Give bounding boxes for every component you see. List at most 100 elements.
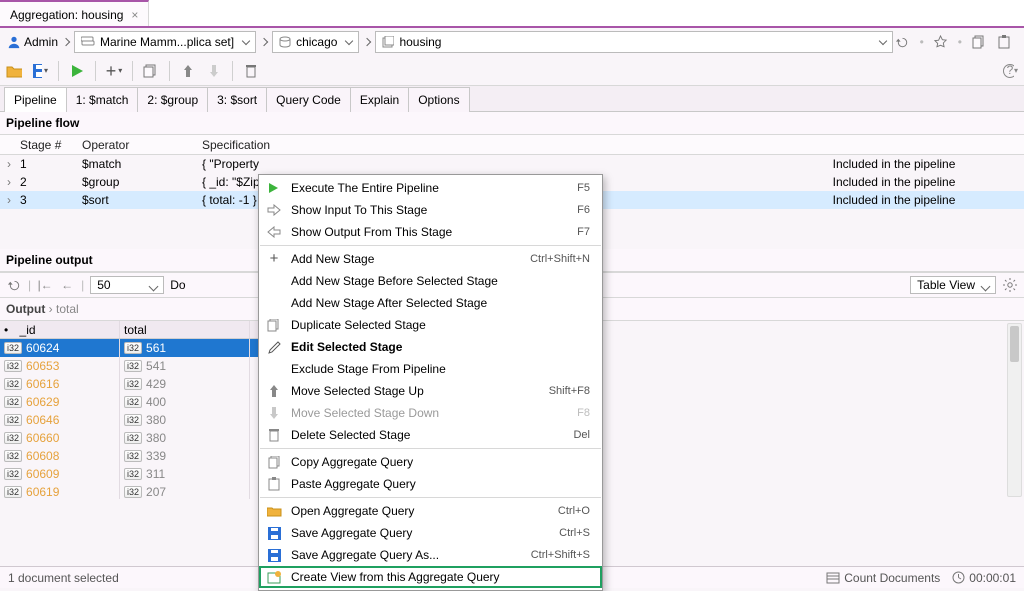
scrollbar[interactable] <box>1007 323 1022 497</box>
breadcrumb-connection[interactable]: Marine Mamm...plica set] <box>74 31 256 53</box>
stage-status: Included in the pipeline <box>764 193 1024 207</box>
breadcrumb-user[interactable]: Admin <box>24 35 58 49</box>
menu-item[interactable]: Show Input To This Stage F6 <box>259 199 602 221</box>
menu-item[interactable]: Create View from this Aggregate Query <box>259 566 602 588</box>
cell-id: 60646 <box>26 413 59 427</box>
table-row[interactable]: i3260629 i32400 <box>0 393 260 411</box>
menu-item[interactable]: Edit Selected Stage <box>259 336 602 358</box>
trash-icon[interactable] <box>243 63 259 79</box>
menu-item[interactable]: Copy Aggregate Query <box>259 451 602 473</box>
table-row[interactable]: i3260646 i32380 <box>0 411 260 429</box>
breadcrumb-collection[interactable]: housing <box>375 31 892 53</box>
gear-icon[interactable] <box>1002 277 1018 293</box>
table-row[interactable]: i3260616 i32429 <box>0 375 260 393</box>
trash-icon <box>265 427 283 443</box>
menu-item[interactable]: Move Selected Stage Up Shift+F8 <box>259 380 602 402</box>
expand-icon[interactable]: › <box>0 175 18 189</box>
scrollbar-thumb[interactable] <box>1010 326 1019 362</box>
menu-item[interactable]: Delete Selected Stage Del <box>259 424 602 446</box>
grid-col-id[interactable]: • _id <box>0 321 120 338</box>
menu-item[interactable]: Duplicate Selected Stage <box>259 314 602 336</box>
table-row[interactable]: i3260609 i32311 <box>0 465 260 483</box>
view-mode-select[interactable]: Table View <box>910 276 996 294</box>
first-page-icon[interactable]: |← <box>37 277 53 293</box>
menu-item-label: Delete Selected Stage <box>291 428 565 442</box>
close-icon[interactable]: × <box>131 8 138 22</box>
history-icon[interactable] <box>895 34 911 50</box>
count-documents-button[interactable]: Count Documents <box>826 571 940 585</box>
col-spec[interactable]: Specification <box>202 138 764 152</box>
cell-id: 60624 <box>26 341 59 355</box>
col-total-label: total <box>124 323 147 337</box>
breadcrumb-actions: • • <box>895 34 1018 50</box>
svg-text:?: ? <box>1007 63 1014 77</box>
chevron-down-icon[interactable] <box>878 37 886 45</box>
sep: | <box>28 278 31 292</box>
type-tag-icon: i32 <box>124 450 142 462</box>
menu-item-shortcut: F5 <box>577 182 590 194</box>
prev-page-icon[interactable]: ← <box>59 277 75 293</box>
tab-options[interactable]: Options <box>408 87 469 112</box>
refresh-icon[interactable] <box>6 277 22 293</box>
menu-item[interactable]: Show Output From This Stage F7 <box>259 221 602 243</box>
down-arrow-icon[interactable] <box>206 63 222 79</box>
table-row[interactable]: i3260653 i32541 <box>0 357 260 375</box>
output-child[interactable]: total <box>56 302 79 316</box>
help-icon[interactable]: ?▾ <box>1002 63 1018 79</box>
menu-item-shortcut: Ctrl+S <box>559 527 590 539</box>
save-icon <box>265 525 283 541</box>
type-tag-icon: i32 <box>124 486 142 498</box>
grid-col-total[interactable]: total <box>120 321 250 338</box>
clock-icon <box>952 571 965 584</box>
menu-item-label: Edit Selected Stage <box>291 340 590 354</box>
paste-icon[interactable] <box>996 34 1012 50</box>
expand-icon[interactable]: › <box>0 157 18 171</box>
col-stage[interactable]: Stage # <box>18 138 82 152</box>
sep <box>58 61 59 81</box>
tab-query-code[interactable]: Query Code <box>266 87 351 112</box>
menu-item[interactable]: Exclude Stage From Pipeline <box>259 358 602 380</box>
tab-stage-3[interactable]: 3: $sort <box>207 87 267 112</box>
expand-icon[interactable]: › <box>0 193 18 207</box>
menu-item[interactable]: Open Aggregate Query Ctrl+O <box>259 500 602 522</box>
table-row[interactable]: i3260660 i32380 <box>0 429 260 447</box>
chevron-down-icon[interactable] <box>242 37 250 45</box>
open-icon[interactable] <box>6 63 22 79</box>
chevron-down-icon[interactable] <box>345 37 353 45</box>
title-tab[interactable]: Aggregation: housing × <box>0 0 149 26</box>
run-icon[interactable] <box>69 63 85 79</box>
add-icon[interactable]: +▾ <box>106 63 122 79</box>
copy-icon[interactable] <box>971 34 987 50</box>
tab-stage-1[interactable]: 1: $match <box>66 87 139 112</box>
up-arrow-icon[interactable] <box>180 63 196 79</box>
star-icon[interactable] <box>933 34 949 50</box>
menu-item[interactable]: + Add New Stage Ctrl+Shift+N <box>259 248 602 270</box>
type-tag-icon: i32 <box>124 360 142 372</box>
menu-item[interactable]: Add New Stage Before Selected Stage <box>259 270 602 292</box>
save-icon[interactable]: ▾ <box>32 63 48 79</box>
stage-status: Included in the pipeline <box>764 175 1024 189</box>
status-selection: 1 document selected <box>8 571 119 585</box>
duplicate-icon[interactable] <box>143 63 159 79</box>
output-root[interactable]: Output <box>6 302 45 316</box>
menu-item[interactable]: Save Aggregate Query Ctrl+S <box>259 522 602 544</box>
menu-item: Move Selected Stage Down F8 <box>259 402 602 424</box>
menu-item[interactable]: Paste Aggregate Query <box>259 473 602 495</box>
stage-spec: { "Property <box>202 157 764 171</box>
tab-pipeline[interactable]: Pipeline <box>4 87 67 112</box>
table-row[interactable]: i3260608 i32339 <box>0 447 260 465</box>
menu-item[interactable]: Add New Stage After Selected Stage <box>259 292 602 314</box>
pipeline-stage-row[interactable]: › 1 $match { "Property Included in the p… <box>0 155 1024 173</box>
menu-item-shortcut: Shift+F8 <box>549 385 590 397</box>
breadcrumb-database[interactable]: chicago <box>272 31 359 53</box>
col-operator[interactable]: Operator <box>82 138 202 152</box>
tab-stage-2[interactable]: 2: $group <box>137 87 208 112</box>
menu-item[interactable]: Execute The Entire Pipeline F5 <box>259 177 602 199</box>
arrow-in-icon <box>265 202 283 218</box>
page-size-select[interactable]: 50 <box>90 276 164 294</box>
tab-explain[interactable]: Explain <box>350 87 409 112</box>
chevron-right-icon <box>363 38 371 46</box>
table-row[interactable]: i3260619 i32207 <box>0 483 260 499</box>
menu-item[interactable]: Save Aggregate Query As... Ctrl+Shift+S <box>259 544 602 566</box>
table-row[interactable]: i3260624 i32561 <box>0 339 260 357</box>
